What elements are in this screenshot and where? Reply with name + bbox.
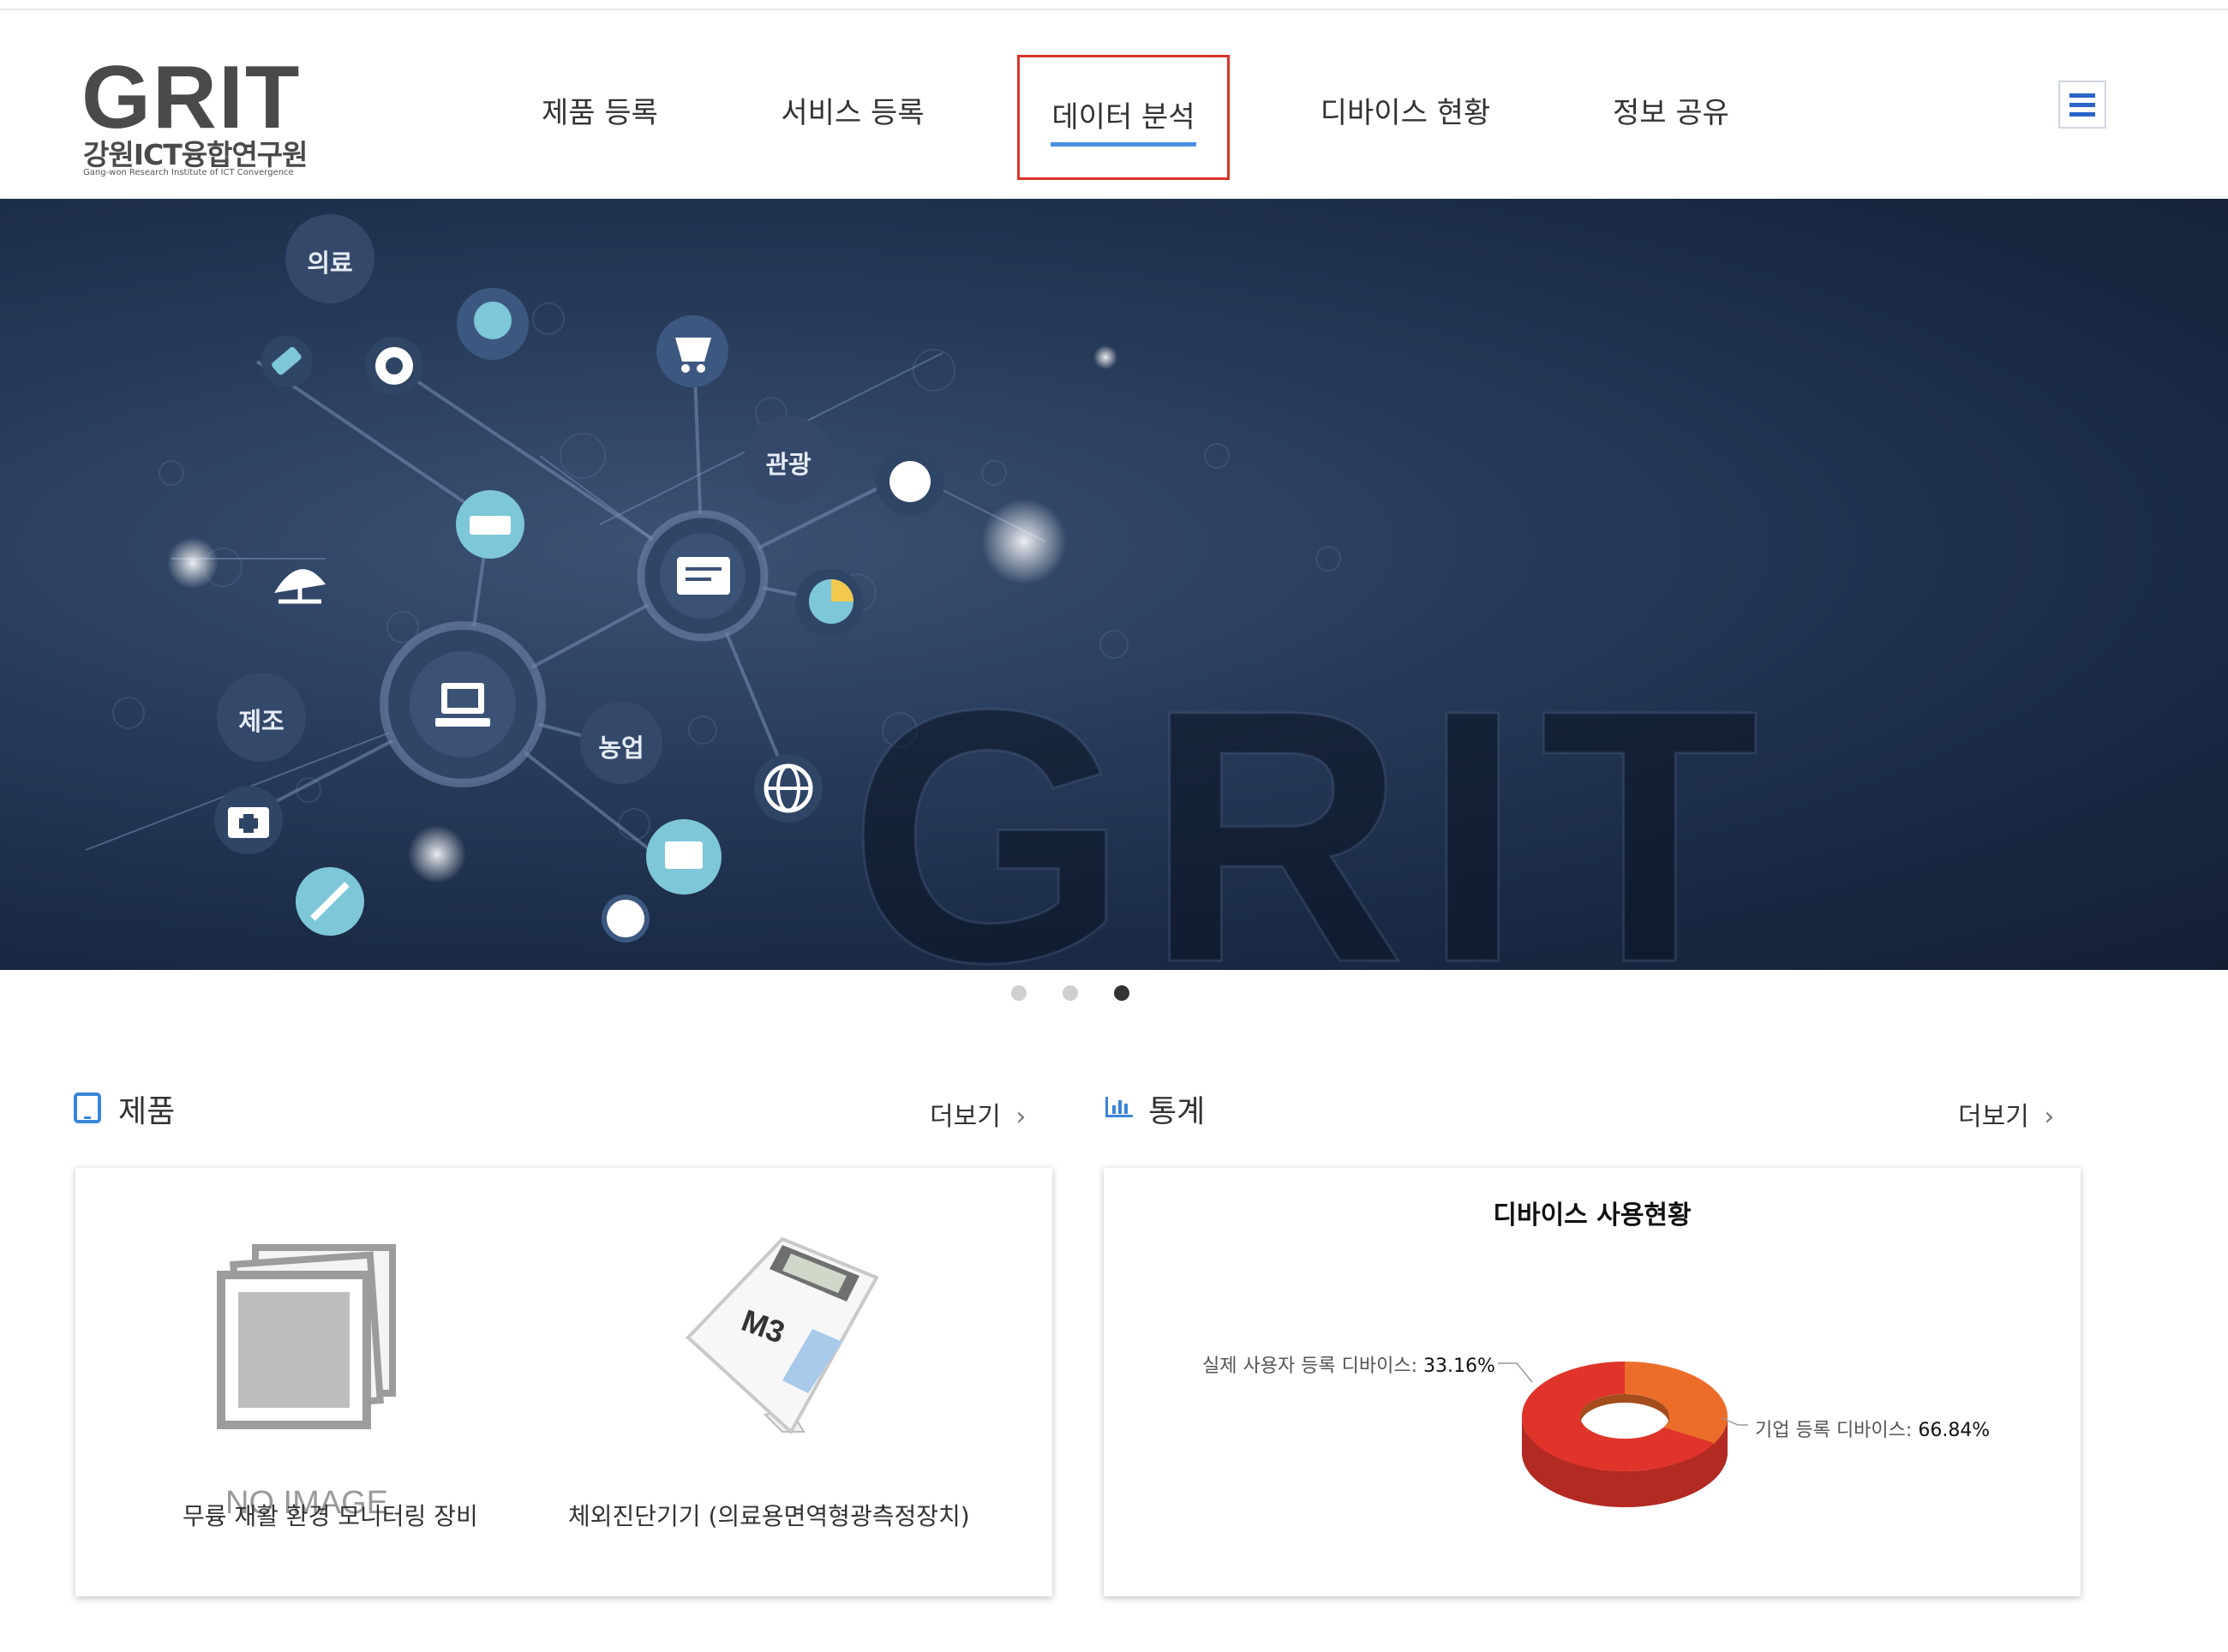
no-image-placeholder-icon (217, 1244, 396, 1429)
stats-more-link[interactable]: 더보기 › (1958, 1095, 2054, 1133)
pie-label-user-devices: 실제 사용자 등록 디바이스: 33.16% (1202, 1356, 1495, 1377)
slide-dot-3[interactable] (1114, 985, 1129, 1001)
slider-pagination (1011, 985, 1148, 1004)
logo-english-name: Gang-won Research Institute of ICT Conve… (83, 168, 294, 177)
node-label-agriculture: 농업 (598, 733, 644, 763)
stats-card: 디바이스 사용현황 실제 사용자 등록 디바이스: 33.16% 기업 등록 디… (1104, 1168, 2081, 1596)
products-card: NO IMAGE 무륭 재활 환경 모니터링 장비 M3 체외진단기기 (의료용… (75, 1168, 1052, 1596)
nav-info-share[interactable]: 정보 공유 (1585, 70, 1757, 165)
site-header: GRIT 강원ICT융합연구원 Gang-won Research Instit… (0, 10, 2228, 199)
chevron-right-icon: › (2044, 1102, 2055, 1132)
pie-label-company-devices: 기업 등록 디바이스: 66.84% (1755, 1420, 1991, 1441)
hamburger-icon[interactable] (2058, 81, 2106, 129)
tablet-icon (74, 1092, 101, 1127)
hero-banner: GRIT 의료 관광 제조 농업 (0, 199, 2228, 970)
grit-logo[interactable]: GRIT 강원ICT융합연구원 Gang-won Research Instit… (81, 48, 338, 183)
connector-line-user-devices (1498, 1362, 1533, 1383)
hero-watermark: GRIT (847, 636, 1777, 970)
product-item-2[interactable]: M3 (637, 1235, 894, 1457)
logo-wordmark: GRIT (81, 48, 302, 147)
slide-dot-2[interactable] (1063, 985, 1078, 1001)
nav-device-status[interactable]: 디바이스 현황 (1303, 70, 1508, 165)
products-more-link[interactable]: 더보기 › (930, 1095, 1026, 1133)
nav-data-analysis[interactable]: 데이터 분석 (1017, 55, 1230, 180)
slide-dot-1[interactable] (1011, 985, 1027, 1001)
products-title: 제품 (118, 1094, 176, 1129)
device-image-icon: M3 (686, 1236, 879, 1435)
product-item-1[interactable]: NO IMAGE (213, 1241, 452, 1521)
product-name-1[interactable]: 무륭 재활 환경 모니터링 장비 (183, 1498, 478, 1532)
node-label-tourism: 관광 (765, 450, 812, 479)
chevron-right-icon: › (1015, 1102, 1027, 1132)
device-usage-donut-chart (1498, 1362, 1748, 1507)
stats-title: 통계 (1148, 1094, 1206, 1129)
product-name-2[interactable]: 체외진단기기 (의료용면역형광측정장치) (568, 1498, 970, 1532)
nav-service-register[interactable]: 서비스 등록 (758, 70, 947, 165)
bar-chart-icon (1104, 1093, 1135, 1122)
nav-active-underline (1051, 142, 1196, 147)
nav-product-register[interactable]: 제품 등록 (514, 70, 686, 165)
logo-korean-name: 강원ICT융합연구원 (83, 138, 308, 171)
node-label-medical: 의료 (307, 248, 353, 278)
node-label-manufacturing: 제조 (238, 707, 284, 736)
